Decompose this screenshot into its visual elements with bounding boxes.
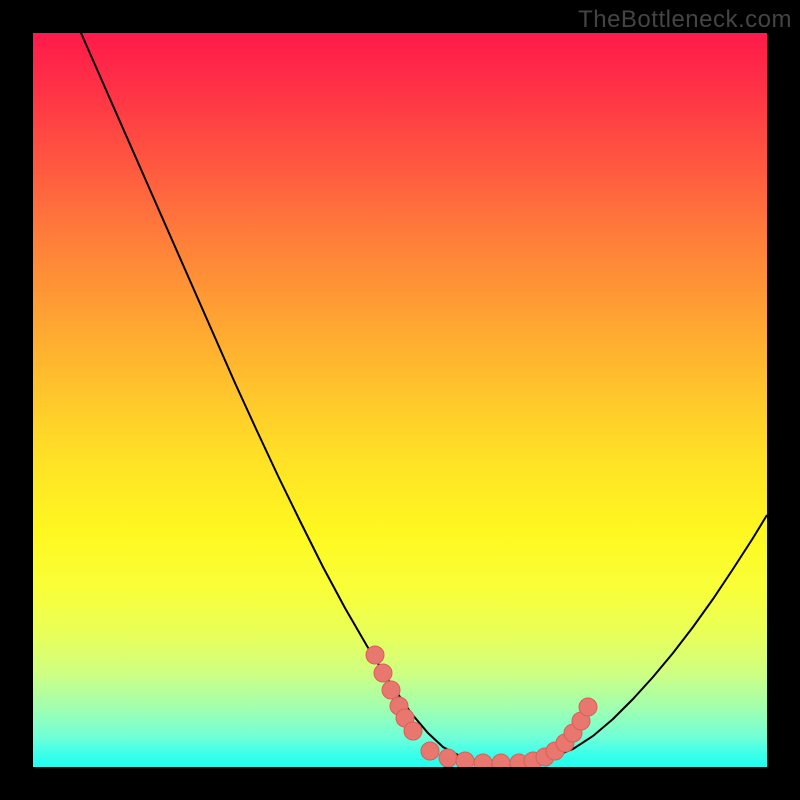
bottleneck-curve — [81, 33, 767, 763]
chart-frame: TheBottleneck.com — [0, 0, 800, 800]
data-dots — [366, 646, 597, 767]
curve-layer — [33, 33, 767, 767]
plot-area — [33, 33, 767, 767]
watermark-text: TheBottleneck.com — [578, 6, 792, 34]
